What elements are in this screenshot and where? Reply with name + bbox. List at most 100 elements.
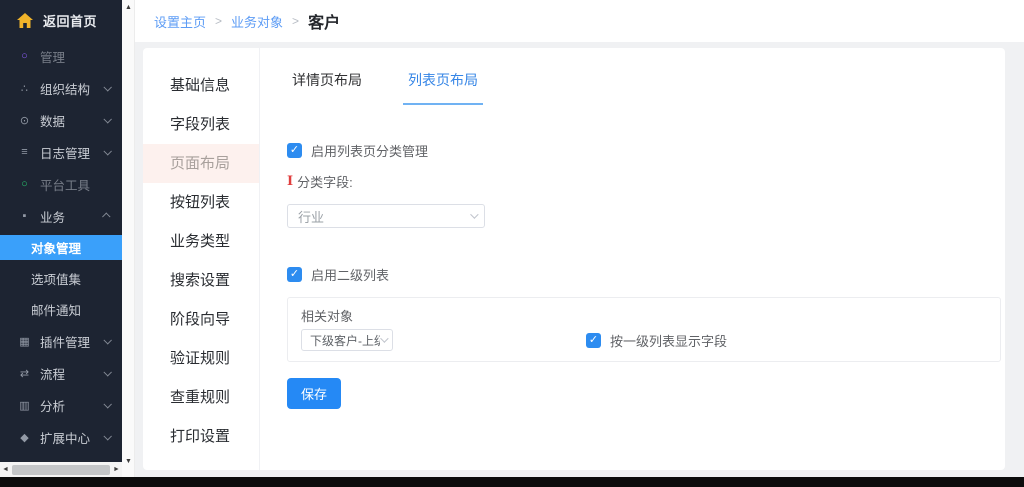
- chevron-down-icon: [103, 336, 111, 344]
- sidebar-item-workflow[interactable]: ⇄ 流程: [0, 357, 122, 389]
- clock-icon: ⊙: [17, 114, 32, 127]
- flow-icon: ⇄: [17, 367, 32, 380]
- sidebar-item-mail-notify[interactable]: 邮件通知: [0, 294, 122, 325]
- related-object-label: 相关对象: [301, 306, 987, 325]
- menu-item-print-settings[interactable]: 打印设置: [143, 417, 259, 456]
- vertical-scrollbar[interactable]: ▲ ▼: [122, 0, 135, 477]
- layout-tabs: 详情页布局 列表页布局: [287, 70, 1001, 105]
- sidebar-item-log-manage[interactable]: ≡ 日志管理: [0, 136, 122, 168]
- bottom-bar: [0, 477, 1024, 487]
- list-icon: ≡: [17, 146, 32, 158]
- page-title: 客户: [308, 9, 340, 33]
- menu-item-stage-wizard[interactable]: 阶段向导: [143, 300, 259, 339]
- org-structure-icon: ∴: [17, 82, 32, 95]
- layout-content: 详情页布局 列表页布局 ✓ 启用列表页分类管理 I 分类字段: 行业 ✓ 启用二…: [260, 48, 1005, 470]
- back-home-label: 返回首页: [43, 11, 97, 30]
- home-icon: [17, 13, 33, 28]
- sidebar-item-label: 管理: [40, 47, 65, 66]
- display-by-primary-checkbox-row: ✓ 按一级列表显示字段: [586, 331, 727, 350]
- menu-item-business-type[interactable]: 业务类型: [143, 222, 259, 261]
- scroll-right-icon[interactable]: ►: [111, 466, 122, 473]
- sidebar-item-label: 数据: [40, 111, 65, 130]
- sidebar-item-label: 组织结构: [40, 79, 90, 98]
- sidebar-item-business[interactable]: ▪ 业务: [0, 200, 122, 232]
- back-home-button[interactable]: 返回首页: [0, 0, 122, 40]
- sidebar-item-platform-tools[interactable]: ○ 平台工具: [0, 168, 122, 200]
- category-field-row: I 分类字段:: [287, 172, 1001, 191]
- topbar: 设置主页 > 业务对象 > 客户: [135, 0, 1024, 42]
- circle-icon: ○: [17, 178, 32, 190]
- sidebar-item-extension-center[interactable]: ◆ 扩展中心: [0, 421, 122, 453]
- chevron-up-icon: [102, 212, 110, 220]
- scroll-left-icon[interactable]: ◄: [0, 466, 11, 473]
- sidebar-item-label: 日志管理: [40, 143, 90, 162]
- required-mark: I: [287, 174, 293, 189]
- menu-item-button-list[interactable]: 按钮列表: [143, 183, 259, 222]
- breadcrumb-separator: >: [215, 14, 222, 28]
- sidebar-item-data[interactable]: ⊙ 数据: [0, 104, 122, 136]
- enable-secondary-checkbox-row: ✓ 启用二级列表: [287, 265, 1001, 284]
- checkbox-checked-icon[interactable]: ✓: [287, 267, 302, 282]
- sidebar-item-manage[interactable]: ○ 管理: [0, 40, 122, 72]
- horizontal-scrollbar[interactable]: ◄ ►: [0, 462, 122, 477]
- breadcrumb-separator: >: [292, 14, 299, 28]
- sidebar-item-label: 插件管理: [40, 332, 90, 351]
- enable-secondary-label[interactable]: 启用二级列表: [311, 265, 389, 284]
- settings-menu: 基础信息 字段列表 页面布局 按钮列表 业务类型 搜索设置 阶段向导 验证规则 …: [143, 48, 260, 470]
- checkbox-checked-icon[interactable]: ✓: [586, 333, 601, 348]
- chevron-down-icon: [103, 368, 111, 376]
- related-object-box: 相关对象 下级客户-上级... ✓ 按一级列表显示字段: [287, 297, 1001, 362]
- save-button[interactable]: 保存: [287, 378, 341, 409]
- scroll-up-icon[interactable]: ▲: [122, 4, 135, 11]
- menu-item-search-settings[interactable]: 搜索设置: [143, 261, 259, 300]
- category-field-value: 行业: [298, 207, 470, 226]
- sidebar-item-label: 业务: [40, 207, 65, 226]
- menu-item-dedupe-rules[interactable]: 查重规则: [143, 378, 259, 417]
- chevron-down-icon: [103, 400, 111, 408]
- related-object-value: 下级客户-上级...: [310, 332, 380, 349]
- sidebar-item-label: 分析: [40, 396, 65, 415]
- sidebar-item-org-structure[interactable]: ∴ 组织结构: [0, 72, 122, 104]
- enable-category-label[interactable]: 启用列表页分类管理: [311, 141, 428, 160]
- chevron-down-icon: [103, 83, 111, 91]
- related-object-row: 下级客户-上级... ✓ 按一级列表显示字段: [301, 329, 987, 351]
- chart-icon: ▥: [17, 399, 32, 412]
- enable-category-checkbox-row: ✓ 启用列表页分类管理: [287, 141, 1001, 160]
- menu-item-validation-rules[interactable]: 验证规则: [143, 339, 259, 378]
- tab-detail-page-layout[interactable]: 详情页布局: [287, 70, 367, 105]
- display-by-primary-label[interactable]: 按一级列表显示字段: [610, 331, 727, 350]
- menu-item-field-list[interactable]: 字段列表: [143, 105, 259, 144]
- chevron-down-icon: [103, 432, 111, 440]
- tab-list-page-layout[interactable]: 列表页布局: [403, 70, 483, 105]
- category-field-label: 分类字段:: [297, 172, 353, 191]
- category-field-select[interactable]: 行业: [287, 204, 485, 228]
- checkbox-checked-icon[interactable]: ✓: [287, 143, 302, 158]
- briefcase-icon: ▪: [17, 210, 32, 222]
- related-object-select[interactable]: 下级客户-上级...: [301, 329, 393, 351]
- sidebar-item-label: 平台工具: [40, 175, 90, 194]
- scrollbar-thumb[interactable]: [12, 465, 110, 475]
- sidebar-item-label: 邮件通知: [31, 300, 81, 319]
- main-card: 基础信息 字段列表 页面布局 按钮列表 业务类型 搜索设置 阶段向导 验证规则 …: [143, 48, 1005, 470]
- sidebar-item-analysis[interactable]: ▥ 分析: [0, 389, 122, 421]
- chevron-down-icon: [380, 334, 388, 342]
- extension-icon: ◆: [17, 431, 32, 444]
- menu-item-page-layout[interactable]: 页面布局: [143, 144, 259, 183]
- menu-item-basic-info[interactable]: 基础信息: [143, 66, 259, 105]
- sidebar-item-plugin-manage[interactable]: ▦ 插件管理: [0, 325, 122, 357]
- chevron-down-icon: [470, 210, 478, 218]
- sidebar-item-object-manage[interactable]: 对象管理: [0, 235, 122, 260]
- sidebar-item-label: 流程: [40, 364, 65, 383]
- sidebar-item-label: 选项值集: [31, 269, 81, 288]
- chevron-down-icon: [103, 147, 111, 155]
- sidebar-item-label: 扩展中心: [40, 428, 90, 447]
- breadcrumb-settings-home[interactable]: 设置主页: [154, 12, 206, 31]
- grid-icon: ▦: [17, 335, 32, 348]
- scroll-down-icon[interactable]: ▼: [122, 458, 135, 465]
- sidebar: 返回首页 ○ 管理 ∴ 组织结构 ⊙ 数据 ≡ 日志管理 ○ 平台工具 ▪ 业务…: [0, 0, 122, 477]
- chevron-down-icon: [103, 115, 111, 123]
- circle-icon: ○: [17, 50, 32, 62]
- sidebar-item-label: 对象管理: [31, 238, 81, 257]
- breadcrumb-business-object[interactable]: 业务对象: [231, 12, 283, 31]
- sidebar-item-option-value-set[interactable]: 选项值集: [0, 263, 122, 294]
